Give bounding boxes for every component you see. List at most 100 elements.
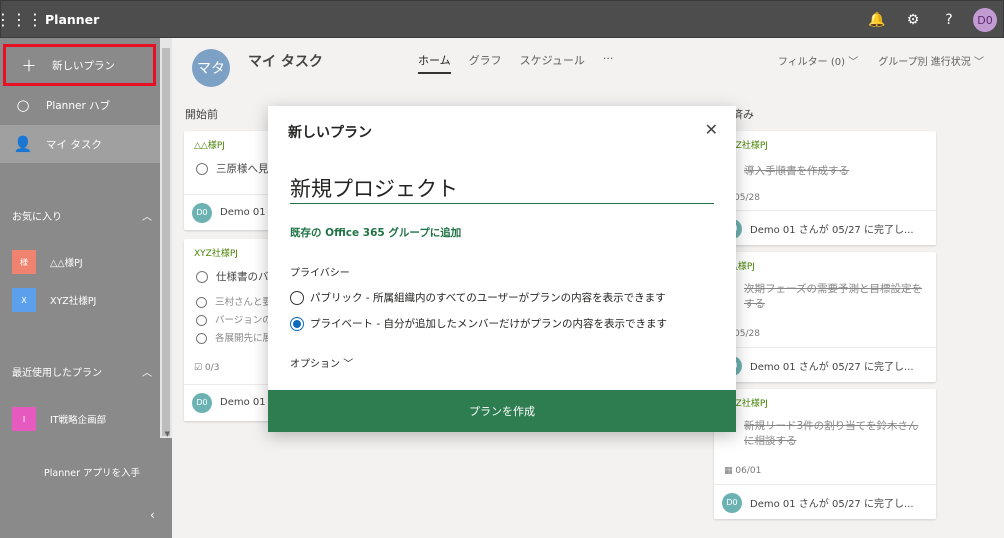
privacy-private-option[interactable]: プライベート - 自分が追加したメンバーだけがプランの内容を表示できます <box>290 316 667 331</box>
checklist-text: 各展開先に展 <box>215 333 273 344</box>
checklist-item[interactable]: 三村さんと要 <box>196 294 272 308</box>
header-controls: フィルター (0) ﹀ グループ別 進行状況 ﹀ <box>778 53 984 68</box>
completed-task-card[interactable]: XYZ社様PJ 導入手順書を作成する 05/28 D0 Demo 01 さんが … <box>714 131 936 245</box>
help-icon[interactable]: ? <box>931 12 967 28</box>
sidebar: ▼ ＋ 新しいプラン ○ Planner ハブ 👤 マイ タスク お気に入り ︿… <box>0 38 172 538</box>
checklist-progress: ☑ 0/3 <box>194 363 220 373</box>
collapse-sidebar-icon[interactable]: ‹ <box>150 508 155 522</box>
my-tasks-avatar: マタ <box>192 49 230 87</box>
privacy-public-option[interactable]: パブリック - 所属組織内のすべてのユーザーがプランの内容を表示できます <box>290 290 666 305</box>
app-launcher-icon[interactable]: ⋮⋮⋮ <box>0 0 43 38</box>
completed-by-text: Demo 01 さんが 05/27 に完了し... <box>750 362 914 373</box>
chevron-up-icon[interactable]: ︿ <box>142 364 152 379</box>
due-date: 05/28 <box>734 193 760 203</box>
privacy-label: プライバシー <box>290 268 350 279</box>
favorite-plan-item[interactable]: 様 △△様PJ <box>12 250 83 274</box>
assignee-name: Demo 01 <box>220 397 266 408</box>
options-toggle[interactable]: オプション ﹀ <box>290 355 353 370</box>
checklist-text: バージョンの <box>215 315 272 326</box>
sidebar-item-hub[interactable]: ○ Planner ハブ <box>0 86 160 124</box>
progress-text: 0/3 <box>204 363 220 373</box>
completed-by-text: Demo 01 さんが 05/27 に完了し... <box>750 225 914 236</box>
due-date-text: 06/01 <box>735 466 762 476</box>
card-task[interactable]: 導入手順書を作成する <box>744 163 849 178</box>
create-plan-button[interactable]: プランを作成 <box>268 390 736 432</box>
get-app-link[interactable]: Planner アプリを入手 <box>44 465 140 479</box>
add-to-group-link[interactable]: 既存の Office 365 グループに追加 <box>290 225 461 240</box>
card-task[interactable]: 次期フェーズの需要予測と目標設定をする <box>744 282 924 312</box>
plus-icon: ＋ <box>21 56 37 75</box>
favorites-header[interactable]: お気に入り ︿ <box>12 208 152 223</box>
sidebar-scrollbar[interactable]: ▼ <box>160 38 172 438</box>
gear-icon[interactable]: ⚙ <box>895 12 931 28</box>
close-icon[interactable]: ✕ <box>705 120 718 139</box>
checklist-item[interactable]: バージョンの <box>196 312 272 326</box>
chevron-down-icon: ﹀ <box>343 359 354 370</box>
card-task[interactable]: 三原様へ見 <box>196 161 269 176</box>
more-tabs-icon[interactable]: ··· <box>603 52 614 74</box>
filter-button[interactable]: フィルター (0) ﹀ <box>778 53 858 68</box>
plan-badge: X <box>12 288 36 312</box>
checklist-item[interactable]: 各展開先に展 <box>196 330 272 344</box>
card-footer: D0 Demo 01 さんが 05/27 に完了し... <box>714 210 936 245</box>
view-tabs: ホーム グラフ スケジュール ··· <box>418 52 613 74</box>
complete-checkbox[interactable] <box>196 163 208 175</box>
favorite-plan-item[interactable]: X XYZ社様PJ <box>12 288 96 312</box>
recent-plan-item[interactable]: I IT戦略企画部 <box>12 407 106 431</box>
new-plan-dialog: 新しいプラン ✕ 既存の Office 365 グループに追加 プライバシー パ… <box>268 106 736 432</box>
plan-badge: I <box>12 407 36 431</box>
public-radio[interactable] <box>290 290 304 305</box>
public-label: パブリック - 所属組織内のすべてのユーザーがプランの内容を表示できます <box>310 292 666 304</box>
checklist-text: 三村さんと要 <box>215 297 273 308</box>
top-right-tools: 🔔 ⚙ ? D0 <box>859 1 997 39</box>
checklist-circle[interactable] <box>196 297 207 308</box>
tab-home[interactable]: ホーム <box>418 52 451 74</box>
new-plan-label: 新しいプラン <box>52 59 115 72</box>
due-date: ▦ 06/01 <box>724 466 762 476</box>
sidebar-item-my-tasks[interactable]: 👤 マイ タスク <box>0 125 160 163</box>
plan-name: XYZ社様PJ <box>50 296 97 307</box>
chevron-up-icon[interactable]: ︿ <box>142 208 152 223</box>
card-footer: D0 Demo 01 さんが 05/27 に完了し... <box>714 347 936 382</box>
options-label: オプション <box>290 359 340 370</box>
tab-schedule[interactable]: スケジュール <box>520 52 585 74</box>
checklist-circle[interactable] <box>196 333 207 344</box>
card-footer: D0 Demo 01 さんが 05/27 に完了し... <box>714 484 936 519</box>
card-task[interactable]: 新規リード3件の割り当てを鈴木さんに相談する <box>744 419 924 449</box>
scroll-down-arrow-icon[interactable]: ▼ <box>165 430 170 438</box>
recent-label: 最近使用したプラン <box>12 368 102 379</box>
completed-by-text: Demo 01 さんが 05/27 に完了し... <box>750 499 914 510</box>
private-label: プライベート - 自分が追加したメンバーだけがプランの内容を表示できます <box>310 318 667 330</box>
circle-icon: ○ <box>16 96 30 114</box>
recent-header[interactable]: 最近使用したプラン ︿ <box>12 364 152 379</box>
page-title: マイ タスク <box>248 54 323 70</box>
top-bar: ⋮⋮⋮ Planner 🔔 ⚙ ? D0 <box>0 0 1004 38</box>
app-title[interactable]: Planner <box>45 12 99 27</box>
bell-icon[interactable]: 🔔 <box>859 12 895 28</box>
assignee-name: Demo 01 <box>220 207 266 218</box>
my-tasks-label: マイ タスク <box>46 138 102 151</box>
completed-task-card[interactable]: XYZ社様PJ 新規リード3件の割り当てを鈴木さんに相談する ▦ 06/01 D… <box>714 389 936 519</box>
plan-name-input[interactable] <box>290 172 714 204</box>
due-date: 05/28 <box>734 329 760 339</box>
user-avatar[interactable]: D0 <box>973 8 997 32</box>
complete-checkbox[interactable] <box>196 271 208 283</box>
group-label: グループ別 進行状況 <box>878 57 971 68</box>
person-icon: 👤 <box>13 135 33 153</box>
new-plan-button[interactable]: ＋ 新しいプラン <box>3 44 156 86</box>
checklist-circle[interactable] <box>196 315 207 326</box>
plan-badge: 様 <box>12 250 36 274</box>
group-by-button[interactable]: グループ別 進行状況 ﹀ <box>878 53 984 68</box>
assignee-avatar: D0 <box>192 392 212 413</box>
column-title-not-started: 開始前 <box>185 108 218 121</box>
completed-task-card[interactable]: △△様PJ 次期フェーズの需要予測と目標設定をする 05/28 D0 Demo … <box>714 252 936 382</box>
scrollbar-thumb[interactable] <box>162 48 170 436</box>
card-task[interactable]: 仕様書のバ <box>196 269 269 284</box>
assignee-avatar: D0 <box>192 202 212 223</box>
filter-label: フィルター (0) <box>777 57 846 68</box>
task-title: 三原様へ見 <box>216 163 269 175</box>
card-plan-label: △△様PJ <box>194 141 225 151</box>
tab-charts[interactable]: グラフ <box>469 52 502 74</box>
hub-label: Planner ハブ <box>46 99 111 112</box>
private-radio[interactable] <box>290 316 304 331</box>
